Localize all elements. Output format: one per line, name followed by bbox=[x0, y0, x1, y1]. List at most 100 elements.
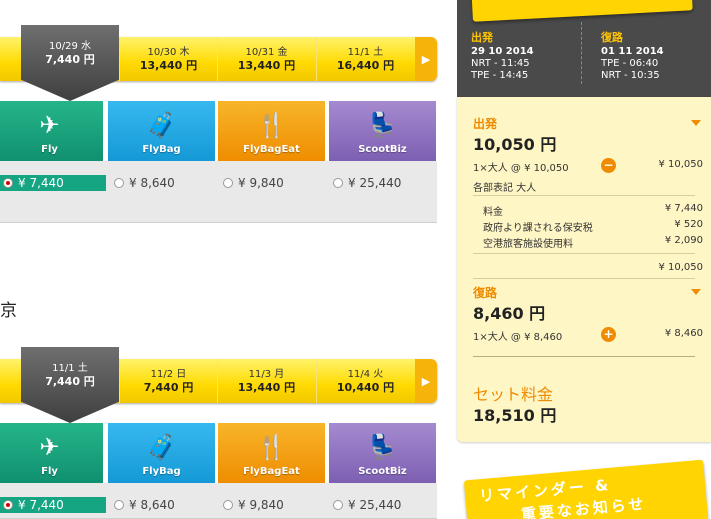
radio-icon[interactable] bbox=[114, 500, 124, 510]
next-dates-arrow-icon[interactable]: ▶ bbox=[415, 37, 437, 81]
date-option[interactable]: 11/1 土 16,440 円 bbox=[316, 37, 414, 81]
collapse-details-icon[interactable]: − bbox=[601, 158, 616, 173]
breakdown-title: 各部表記 大人 bbox=[473, 183, 537, 194]
date-option-selected[interactable]: 11/1 土 7,440 円 bbox=[21, 347, 119, 423]
date-label: 11/1 土 bbox=[347, 47, 384, 58]
inbound-leg: 復路 01 11 2014 TPE - 06:40 NRT - 10:35 bbox=[601, 31, 664, 82]
radio-icon[interactable] bbox=[3, 500, 13, 510]
collapse-inbound-icon[interactable] bbox=[691, 289, 701, 295]
date-label: 11/1 土 bbox=[52, 363, 88, 374]
date-label: 11/3 月 bbox=[248, 369, 285, 380]
divider bbox=[473, 278, 695, 279]
leg-departure: TPE - 06:40 bbox=[601, 58, 659, 69]
breakdown-label: 政府より課される保安税 bbox=[483, 223, 593, 234]
leg-arrival: NRT - 10:35 bbox=[601, 70, 660, 81]
expand-details-icon[interactable]: + bbox=[601, 327, 616, 342]
outbound-price-heading: 出発 bbox=[473, 117, 498, 131]
outbound-amount: 10,050 円 bbox=[473, 135, 557, 154]
date-price: 13,440 円 bbox=[237, 59, 296, 72]
fare-label: ScootBiz bbox=[358, 466, 407, 477]
fare-price: ¥ 7,440 bbox=[18, 498, 64, 512]
fare-tile-flybag[interactable]: 🧳 FlyBag bbox=[108, 101, 215, 161]
fare-tile-fly[interactable]: ✈ Fly bbox=[0, 101, 103, 161]
date-price: 7,440 円 bbox=[45, 53, 95, 66]
fare-price: ¥ 8,640 bbox=[129, 498, 175, 512]
inbound-pax-line: 1×大人 @ ¥ 8,460 bbox=[473, 332, 563, 343]
inbound-pax-total: ¥ 8,460 bbox=[664, 328, 703, 339]
divider bbox=[473, 253, 695, 254]
date-label: 11/2 日 bbox=[150, 369, 187, 380]
date-option[interactable]: 11/3 月 13,440 円 bbox=[217, 359, 315, 403]
inbound-amount: 8,460 円 bbox=[473, 304, 546, 323]
fare-tile-flybageat[interactable]: 🍴 FlyBagEat bbox=[218, 101, 325, 161]
fare-radio-flybageat[interactable]: ¥ 9,840 bbox=[223, 175, 284, 191]
fare-radio-fly[interactable]: ¥ 7,440 bbox=[0, 497, 106, 513]
fare-radio-flybag[interactable]: ¥ 8,640 bbox=[114, 497, 175, 513]
date-label: 11/4 火 bbox=[347, 369, 384, 380]
date-price: 13,440 円 bbox=[237, 381, 296, 394]
radio-icon[interactable] bbox=[333, 500, 343, 510]
summary-tab bbox=[471, 0, 693, 22]
breakdown-value: ¥ 7,440 bbox=[664, 203, 703, 214]
fare-label: Fly bbox=[41, 466, 58, 477]
fare-tile-scootbiz[interactable]: 💺 ScootBiz bbox=[329, 101, 436, 161]
outbound-pax-line: 1×大人 @ ¥ 10,050 bbox=[473, 163, 569, 174]
fare-price: ¥ 7,440 bbox=[18, 176, 64, 190]
date-price: 7,440 円 bbox=[143, 381, 194, 394]
fare-radio-flybag[interactable]: ¥ 8,640 bbox=[114, 175, 175, 191]
fare-tile-scootbiz[interactable]: 💺 ScootBiz bbox=[329, 423, 436, 483]
reminder-banner[interactable]: リマインダー & 重要なお知らせ bbox=[463, 459, 709, 519]
fare-price: ¥ 9,840 bbox=[238, 498, 284, 512]
breakdown-label: 空港旅客施設使用料 bbox=[483, 239, 573, 250]
radio-icon[interactable] bbox=[223, 500, 233, 510]
date-option[interactable]: 11/4 火 10,440 円 bbox=[316, 359, 414, 403]
breakdown-value: ¥ 520 bbox=[674, 219, 703, 230]
fare-tile-fly[interactable]: ✈ Fly bbox=[0, 423, 103, 483]
leg-divider bbox=[581, 22, 582, 84]
breakdown-value: ¥ 2,090 bbox=[664, 235, 703, 246]
date-option[interactable]: 10/30 木 13,440 円 bbox=[119, 37, 217, 81]
radio-icon[interactable] bbox=[3, 178, 13, 188]
date-label: 10/30 木 bbox=[147, 47, 190, 58]
luggage-icon: 🧳 bbox=[146, 111, 177, 139]
luggage-meal-icon: 🍴 bbox=[256, 111, 287, 139]
fare-radio-scootbiz[interactable]: ¥ 25,440 bbox=[333, 497, 401, 513]
plane-icon: ✈ bbox=[39, 111, 60, 139]
radio-icon[interactable] bbox=[114, 178, 124, 188]
fare-radio-fly[interactable]: ¥ 7,440 bbox=[0, 175, 106, 191]
leg-heading: 出発 bbox=[471, 31, 493, 44]
outbound-fare-tiles: ✈ Fly 🧳 FlyBag 🍴 FlyBagEat 💺 ScootBiz bbox=[0, 101, 437, 161]
leg-arrival: TPE - 14:45 bbox=[471, 70, 529, 81]
seat-icon: 💺 bbox=[367, 433, 398, 461]
fare-label: FlyBagEat bbox=[243, 466, 300, 477]
fare-price: ¥ 9,840 bbox=[238, 176, 284, 190]
collapse-outbound-icon[interactable] bbox=[691, 120, 701, 126]
total-amount: 18,510 円 bbox=[473, 406, 557, 425]
next-dates-arrow-icon[interactable]: ▶ bbox=[415, 359, 437, 403]
luggage-icon: 🧳 bbox=[146, 433, 177, 461]
date-label: 10/31 金 bbox=[245, 47, 288, 58]
outbound-pax-total: ¥ 10,050 bbox=[658, 159, 703, 170]
radio-icon[interactable] bbox=[333, 178, 343, 188]
date-label: 10/29 水 bbox=[49, 41, 91, 52]
date-option-selected[interactable]: 10/29 水 7,440 円 bbox=[21, 25, 119, 101]
fare-label: Fly bbox=[41, 144, 58, 155]
radio-icon[interactable] bbox=[223, 178, 233, 188]
fare-tile-flybag[interactable]: 🧳 FlyBag bbox=[108, 423, 215, 483]
price-summary-panel: 出発 10,050 円 1×大人 @ ¥ 10,050 − ¥ 10,050 各… bbox=[457, 97, 711, 442]
plane-icon: ✈ bbox=[39, 433, 60, 461]
date-option[interactable]: 10/31 金 13,440 円 bbox=[217, 37, 315, 81]
seat-icon: 💺 bbox=[367, 111, 398, 139]
fare-radio-scootbiz[interactable]: ¥ 25,440 bbox=[333, 175, 401, 191]
fare-price: ¥ 25,440 bbox=[348, 498, 402, 512]
breakdown-label: 料金 bbox=[483, 207, 503, 218]
fare-tile-flybageat[interactable]: 🍴 FlyBagEat bbox=[218, 423, 325, 483]
fare-label: FlyBag bbox=[142, 466, 181, 477]
date-price: 10,440 円 bbox=[336, 381, 395, 394]
leg-heading: 復路 bbox=[601, 31, 623, 44]
divider bbox=[473, 356, 695, 357]
outbound-leg: 出発 29 10 2014 NRT - 11:45 TPE - 14:45 bbox=[471, 31, 534, 82]
fare-radio-flybageat[interactable]: ¥ 9,840 bbox=[223, 497, 284, 513]
date-option[interactable]: 11/2 日 7,440 円 bbox=[119, 359, 217, 403]
date-price: 7,440 円 bbox=[45, 375, 95, 388]
